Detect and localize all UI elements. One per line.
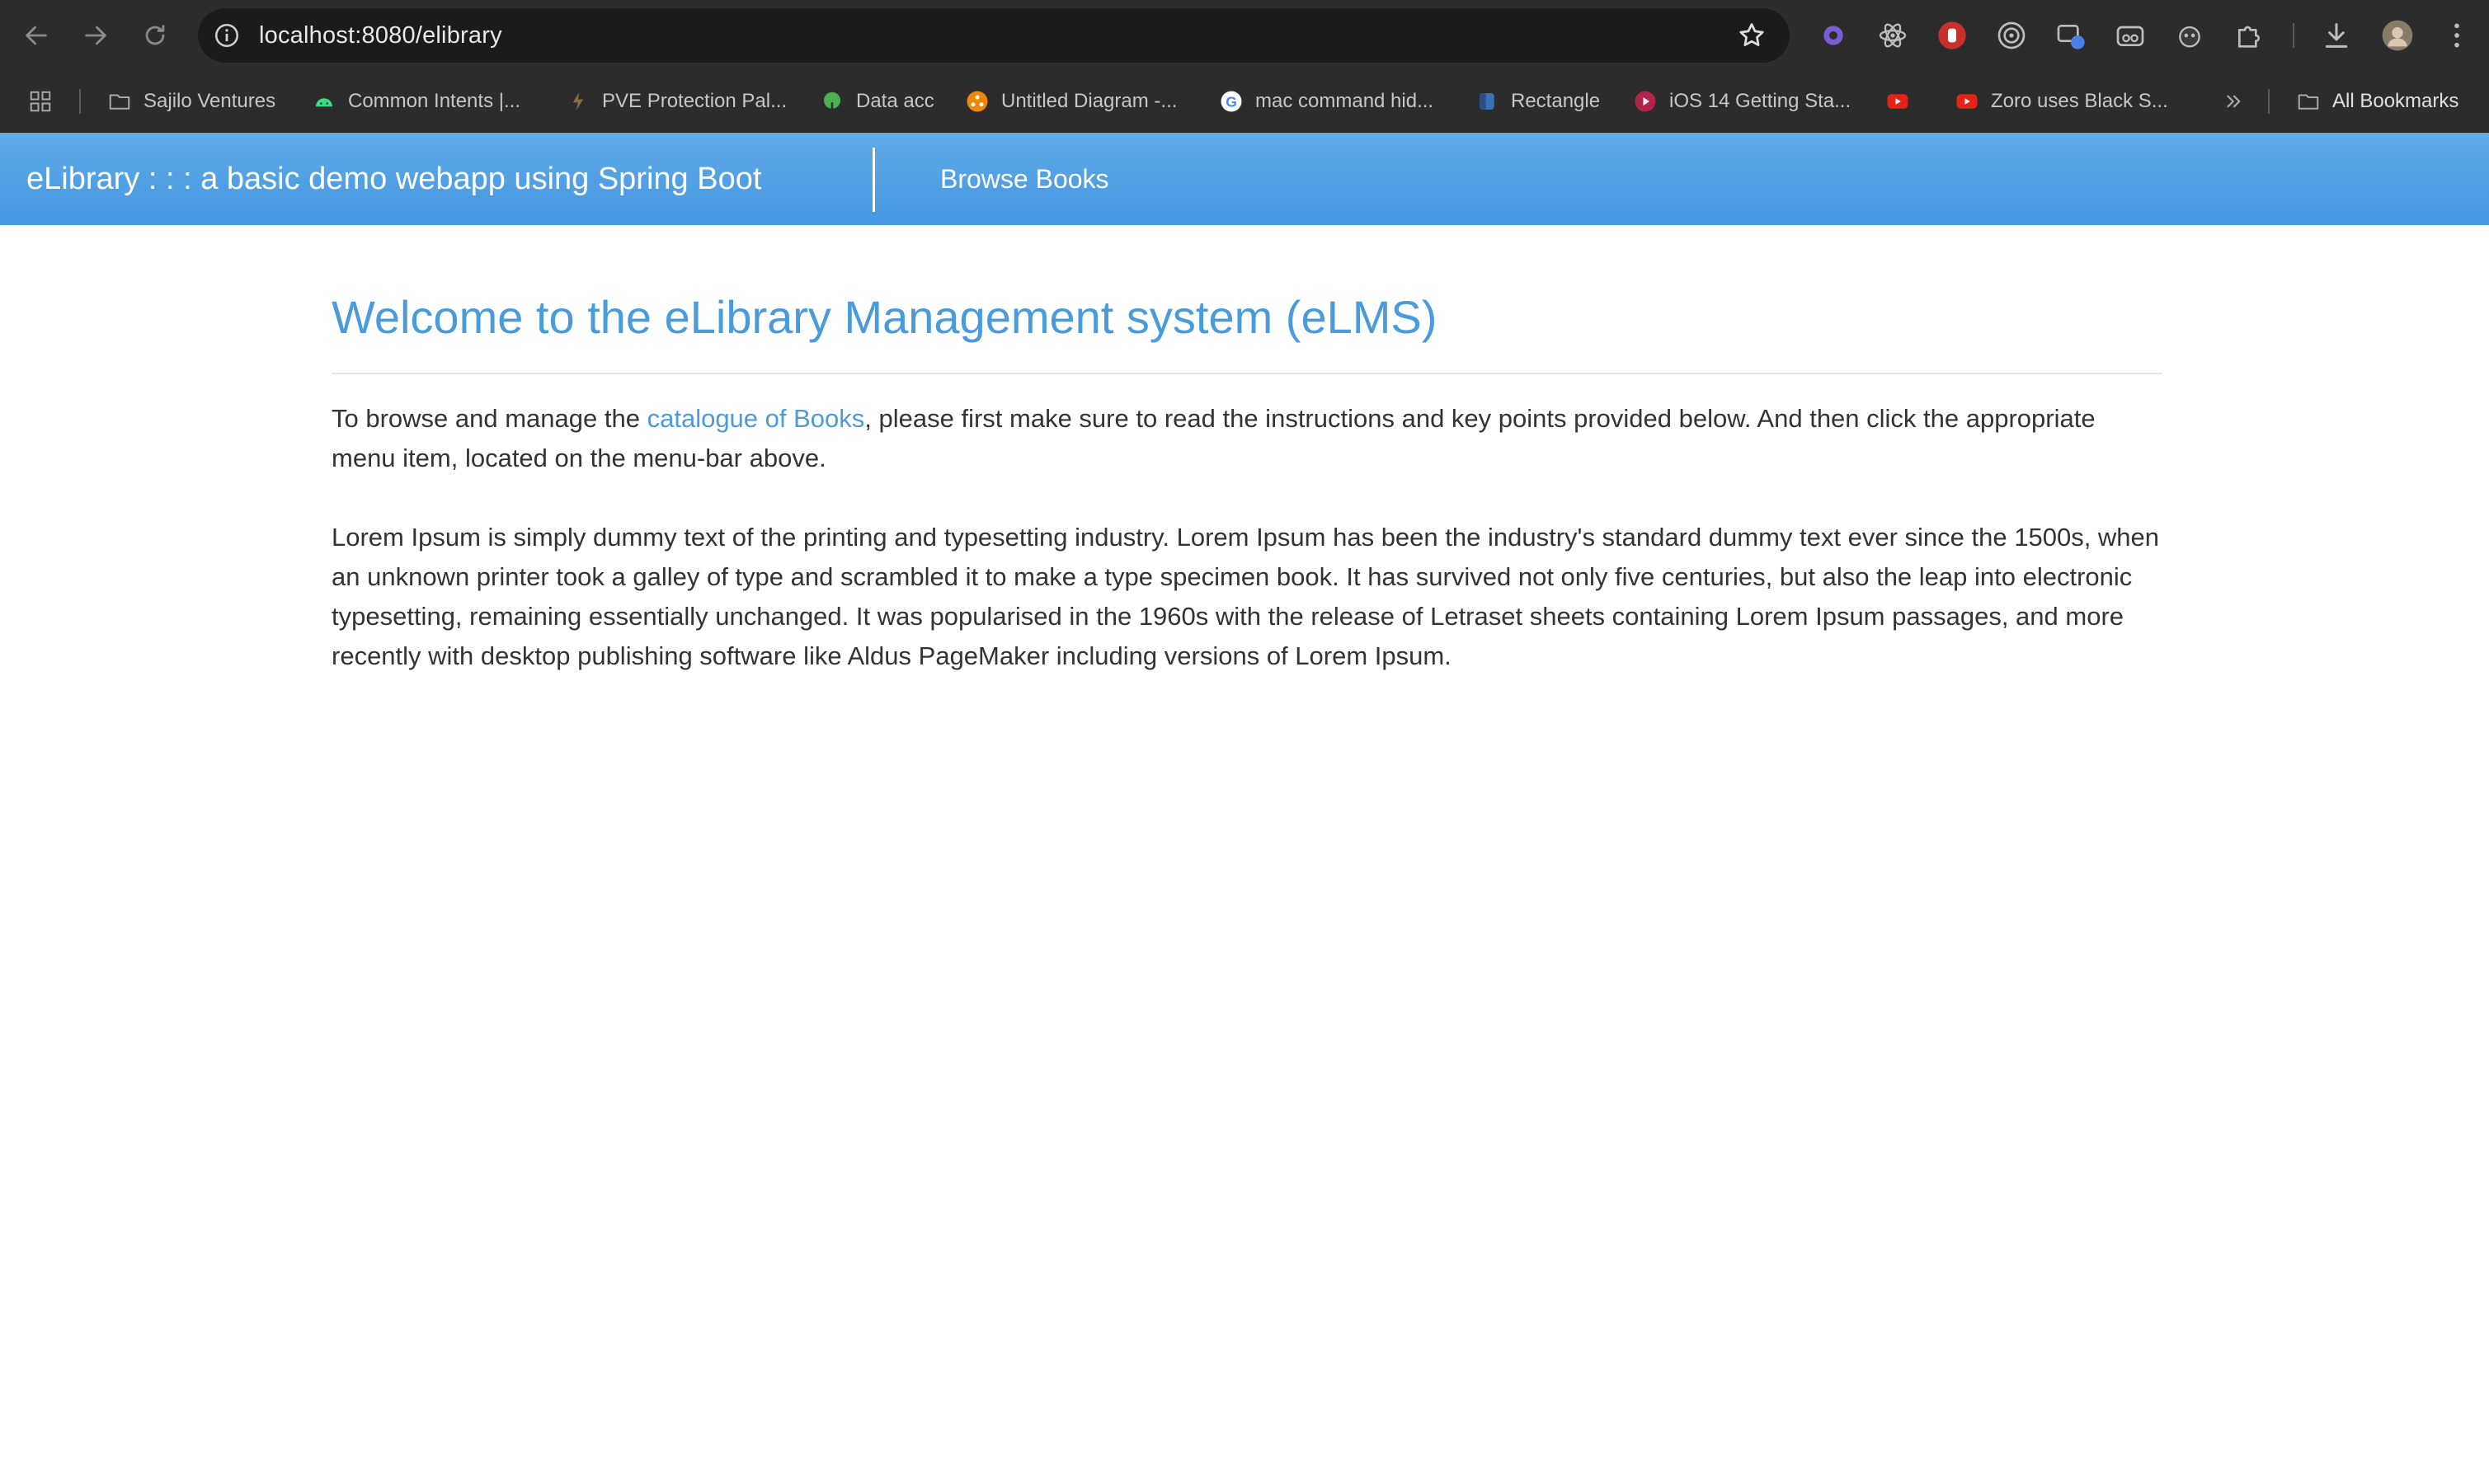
apps-grid-icon <box>28 89 53 114</box>
catalogue-link[interactable]: catalogue of Books <box>647 404 865 433</box>
tree-icon <box>820 89 845 114</box>
bookmark-label: Data acc <box>856 90 934 112</box>
app-navbar: eLibrary : : : a basic demo webapp using… <box>0 133 2489 225</box>
title-divider <box>332 373 2162 374</box>
bookmark-label: Rectangle <box>1511 90 1601 112</box>
bookmark-label: mac command hid... <box>1255 90 1434 112</box>
youtube-icon <box>1885 89 1910 114</box>
bookmark-youtube[interactable] <box>1885 71 1922 132</box>
react-devtools-icon[interactable] <box>1875 18 1910 53</box>
bookmark-pve-protection[interactable]: PVE Protection Pal... <box>566 71 787 132</box>
apps-grid-button[interactable] <box>28 71 64 132</box>
target-extension-icon[interactable] <box>1994 18 2029 53</box>
extension-gear-icon[interactable] <box>1816 18 1851 53</box>
lorem-paragraph: Lorem Ipsum is simply dummy text of the … <box>332 523 2160 670</box>
bookmark-mac-command[interactable]: G mac command hid... <box>1219 71 1433 132</box>
back-button[interactable] <box>13 12 59 59</box>
page-title: Welcome to the eLibrary Management syste… <box>332 291 1437 343</box>
all-bookmarks-button[interactable]: All Bookmarks <box>2296 71 2458 132</box>
intro-paragraph: To browse and manage the catalogue of Bo… <box>332 399 2162 478</box>
downloads-icon[interactable] <box>2319 18 2354 53</box>
adblock-hand-icon[interactable] <box>1935 18 1969 53</box>
bookmark-rectangle[interactable]: Rectangle <box>1475 71 1600 132</box>
rectangle-app-icon <box>1475 89 1499 114</box>
forward-arrow-icon <box>85 26 106 45</box>
address-bar[interactable]: localhost:8080/elibrary <box>198 8 1790 63</box>
main-content: Welcome to the eLibrary Management syste… <box>332 272 2162 676</box>
bookmark-untitled-diagram[interactable]: Untitled Diagram -... <box>965 71 1177 132</box>
bookmark-label: iOS 14 Getting Sta... <box>1669 90 1851 112</box>
panda-extension-icon[interactable] <box>2172 18 2207 53</box>
chevron-double-right-icon <box>2222 89 2247 114</box>
incognito-icon[interactable] <box>2113 18 2148 53</box>
youtube-icon <box>1955 89 1979 114</box>
bookmark-data-acc[interactable]: Data acc <box>820 71 934 132</box>
drawio-icon <box>965 89 990 114</box>
intro-text: To browse and manage the <box>332 404 647 433</box>
reload-button[interactable] <box>132 12 178 59</box>
bookmarks-bar: Sajilo Ventures Common Intents |... PVE … <box>0 71 2489 133</box>
all-bookmarks-label: All Bookmarks <box>2332 90 2459 112</box>
bookmark-label: Zoro uses Black S... <box>1991 90 2168 112</box>
google-icon: G <box>1219 89 1244 114</box>
reload-icon <box>145 25 165 45</box>
site-info-icon[interactable] <box>213 21 241 49</box>
bookmark-sajilo-ventures[interactable]: Sajilo Ventures <box>107 71 275 132</box>
profile-avatar[interactable] <box>2380 18 2415 53</box>
bookmark-label: Untitled Diagram -... <box>1001 90 1178 112</box>
bookmarks-overflow-button[interactable] <box>2222 71 2258 132</box>
bookmark-zoro[interactable]: Zoro uses Black S... <box>1955 71 2168 132</box>
nav-browse-books[interactable]: Browse Books <box>940 133 1109 225</box>
bookmarks-divider <box>79 89 81 114</box>
bookmark-label: Common Intents |... <box>348 90 520 112</box>
kebab-menu-icon[interactable] <box>2440 18 2474 53</box>
browser-toolbar: localhost:8080/elibrary <box>0 0 2489 71</box>
forward-button[interactable] <box>73 12 119 59</box>
bookmarks-divider <box>2268 89 2270 114</box>
app-brand[interactable]: eLibrary : : : a basic demo webapp using… <box>26 133 761 225</box>
bookmark-ios14[interactable]: iOS 14 Getting Sta... <box>1633 71 1851 132</box>
navbar-divider <box>873 148 875 212</box>
tab-manager-icon[interactable] <box>2054 18 2088 53</box>
bookmark-label: PVE Protection Pal... <box>602 90 788 112</box>
bookmark-star-icon[interactable] <box>1737 21 1767 50</box>
extensions-puzzle-icon[interactable] <box>2232 18 2266 53</box>
pve-icon <box>566 89 590 114</box>
svg-text:G: G <box>1226 93 1237 110</box>
video-icon <box>1633 89 1658 114</box>
folder-icon <box>107 89 132 114</box>
toolbar-divider <box>2293 23 2294 48</box>
folder-icon <box>2296 89 2321 114</box>
url-text[interactable]: localhost:8080/elibrary <box>259 22 502 49</box>
android-icon <box>312 89 336 114</box>
bookmark-label: Sajilo Ventures <box>144 90 276 112</box>
bookmark-common-intents[interactable]: Common Intents |... <box>312 71 520 132</box>
back-arrow-icon <box>26 26 47 45</box>
